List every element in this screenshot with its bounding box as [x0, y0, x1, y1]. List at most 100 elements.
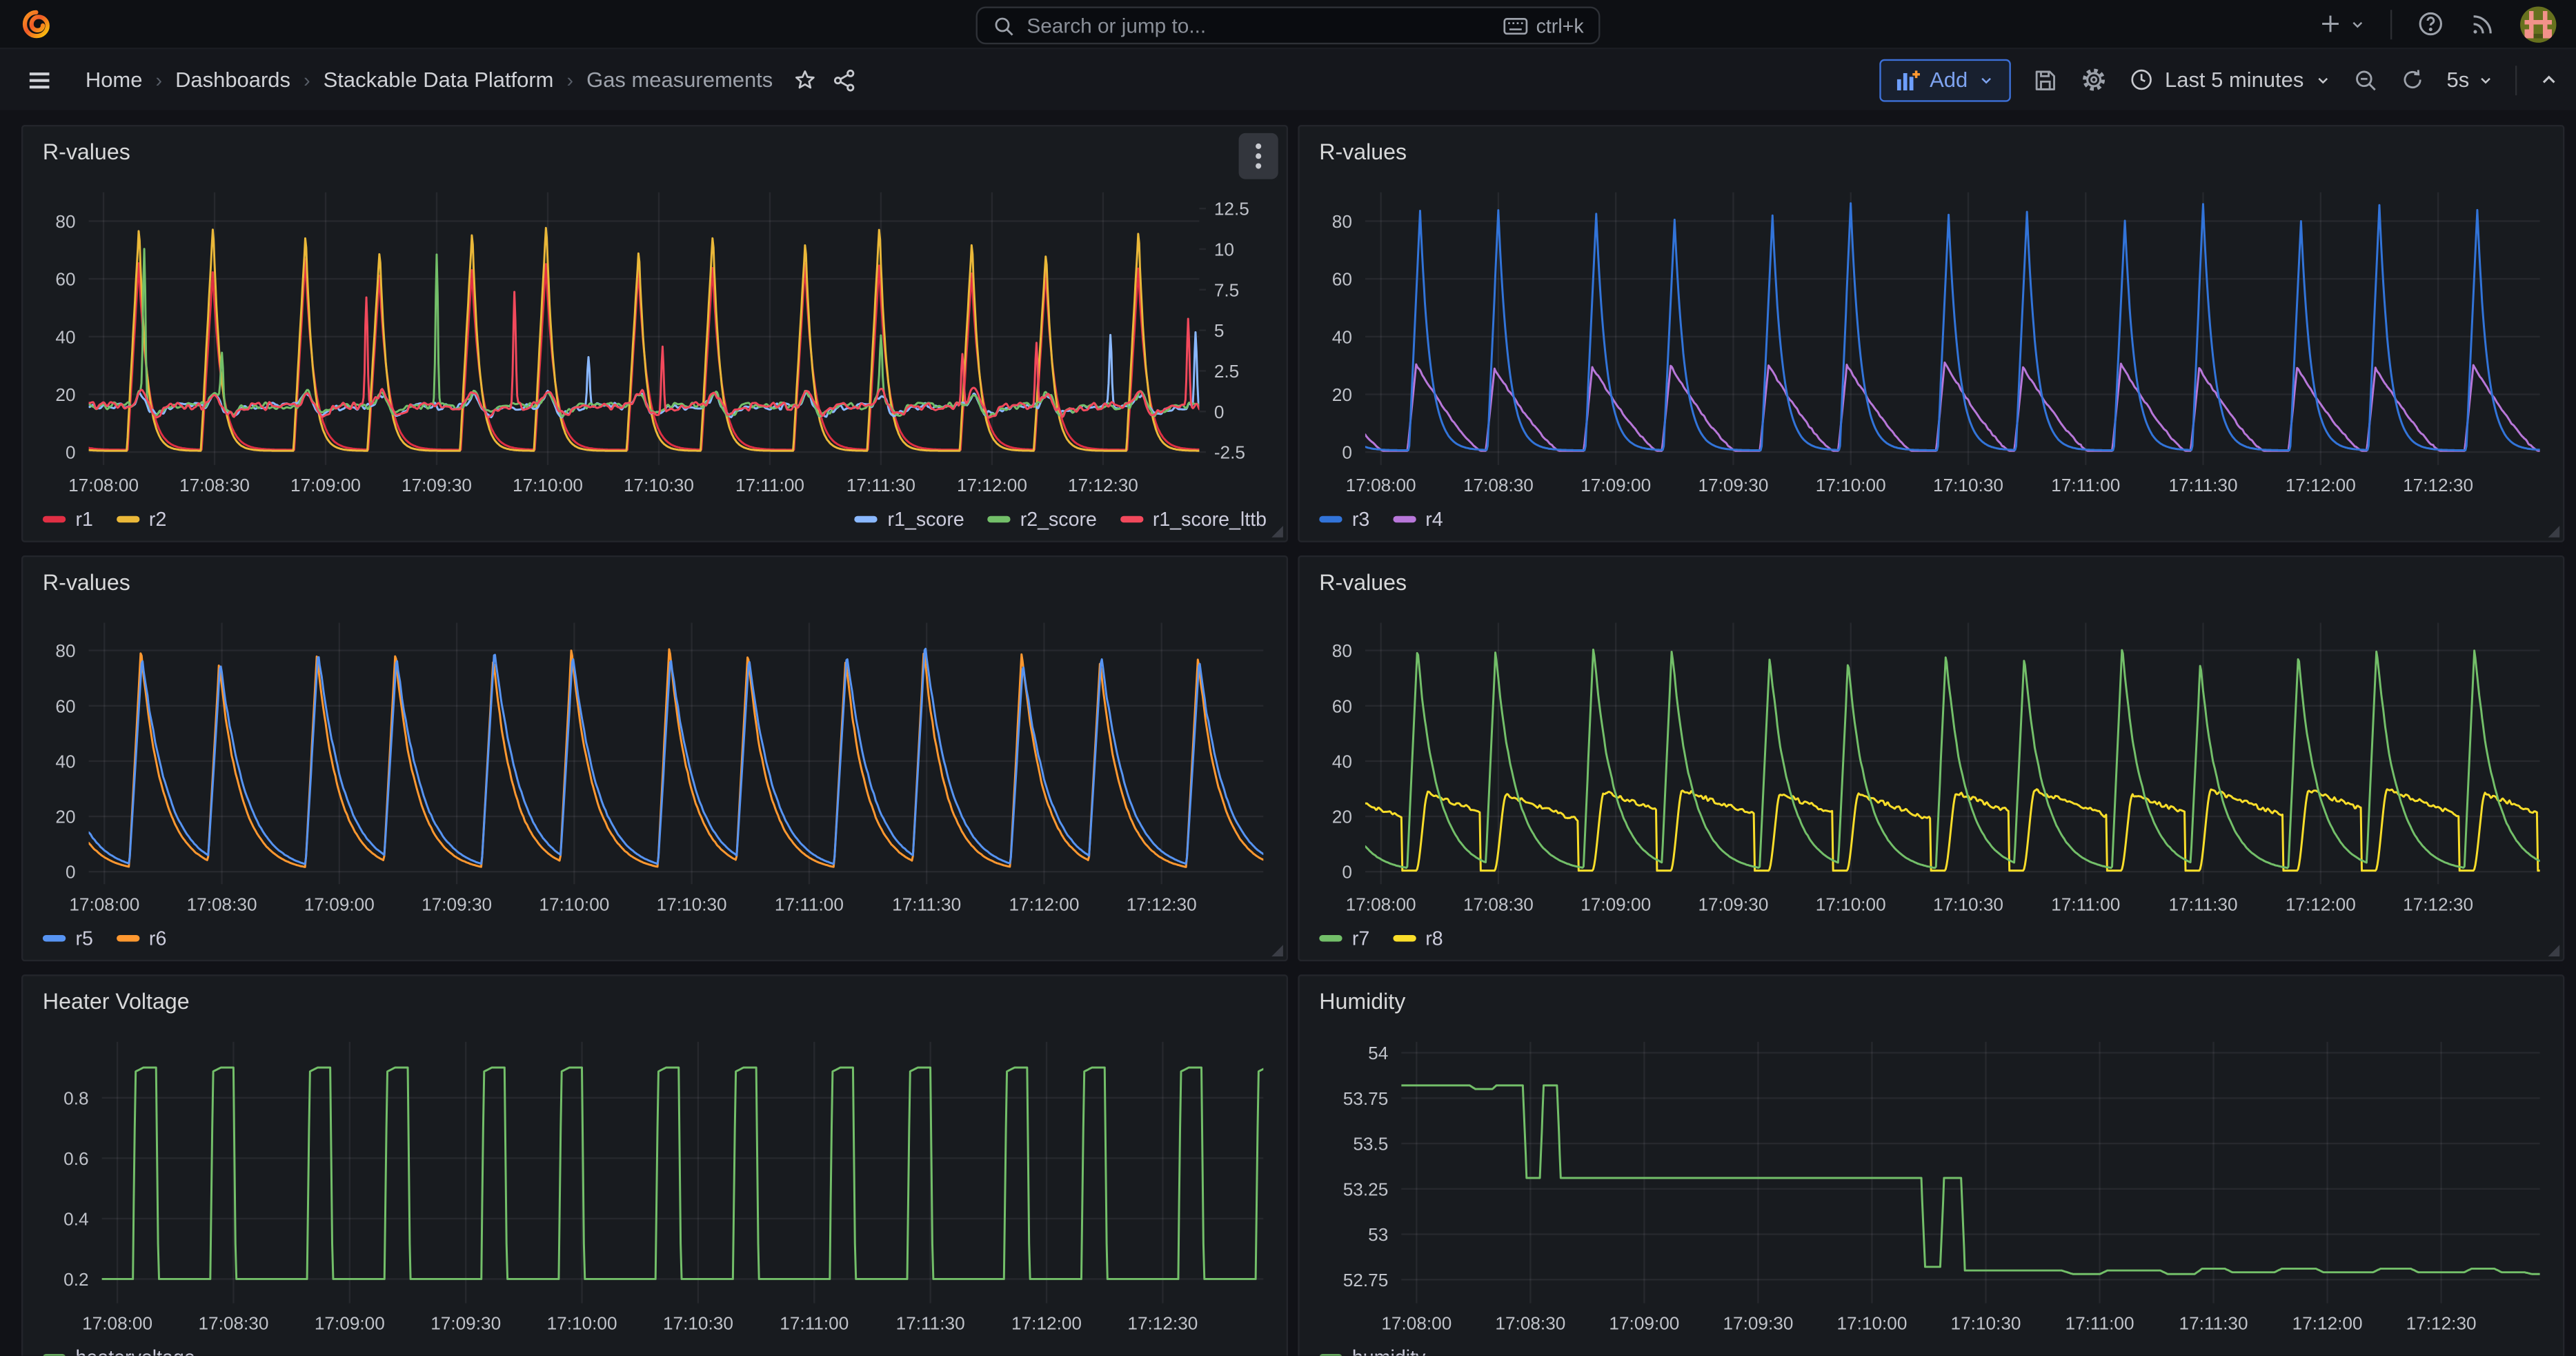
- favorite-button[interactable]: [793, 66, 819, 92]
- star-icon: [793, 66, 819, 92]
- x-axis-label: 17:11:00: [735, 475, 804, 495]
- time-range-picker[interactable]: Last 5 minutes: [2129, 68, 2332, 92]
- legend-item-r6[interactable]: r6: [116, 927, 166, 950]
- x-axis-label: 17:11:30: [2169, 894, 2238, 914]
- news-button[interactable]: [2469, 10, 2495, 37]
- new-button[interactable]: [2318, 12, 2366, 37]
- x-axis-label: 17:08:00: [68, 475, 139, 495]
- panel-title[interactable]: R-values: [1319, 569, 1407, 594]
- refresh-interval-picker[interactable]: 5s: [2447, 68, 2494, 92]
- dashboard-settings-button[interactable]: [2079, 66, 2107, 93]
- panel-legend: r1 r2 r1_score r2_score r1_score_lttb: [23, 501, 1286, 540]
- search-input[interactable]: Search or jump to... ctrl+k: [976, 7, 1601, 45]
- zoom-out-button[interactable]: [2353, 66, 2379, 92]
- legend-swatch: [1120, 516, 1142, 523]
- legend-item-r7[interactable]: r7: [1319, 927, 1369, 950]
- legend-swatch: [43, 935, 66, 942]
- legend-label: r2: [149, 508, 166, 531]
- legend-item-humidity[interactable]: humidity: [1319, 1346, 1425, 1356]
- legend-item-r8[interactable]: r8: [1393, 927, 1443, 950]
- legend-label: heatervoltage: [76, 1346, 195, 1356]
- hamburger-icon: [26, 66, 52, 92]
- refresh-button[interactable]: [2401, 68, 2426, 92]
- kebab-icon: [1255, 143, 1262, 169]
- legend-label: r1_score_lttb: [1153, 508, 1267, 531]
- panel-title[interactable]: R-values: [43, 139, 130, 164]
- time-series-chart[interactable]: 0.20.40.60.817:08:0017:08:3017:09:0017:0…: [23, 1025, 1286, 1339]
- panel-r-values-0: R-values 020406080-2.502.557.51012.517:08…: [21, 125, 1288, 542]
- x-axis-label: 17:12:00: [1011, 1313, 1082, 1334]
- y-axis-label: 0.2: [63, 1269, 88, 1290]
- x-axis-label: 17:11:00: [2051, 894, 2120, 914]
- legend-item-r1_score[interactable]: r1_score: [855, 508, 964, 531]
- breadcrumb-home[interactable]: Home: [86, 68, 143, 92]
- legend-label: r4: [1425, 508, 1443, 531]
- zoom-out-icon: [2353, 66, 2379, 92]
- y-axis-label: 40: [55, 751, 75, 772]
- x-axis-label: 17:12:00: [1009, 894, 1079, 914]
- legend-item-r2[interactable]: r2: [116, 508, 166, 531]
- chevron-down-icon: [1978, 72, 1994, 88]
- right-y-axis-label: 7.5: [1214, 279, 1239, 300]
- x-axis-label: 17:11:30: [846, 475, 915, 495]
- time-series-chart[interactable]: 02040608017:08:0017:08:3017:09:0017:09:3…: [1300, 176, 2563, 502]
- y-axis-label: 53.5: [1353, 1134, 1388, 1154]
- legend-item-r5[interactable]: r5: [43, 927, 93, 950]
- x-axis-label: 17:10:30: [1933, 894, 2003, 914]
- series-line-r2: [89, 228, 1200, 451]
- legend-label: r7: [1352, 927, 1369, 950]
- panel-legend: r5 r6: [23, 921, 1286, 960]
- breadcrumb-folder[interactable]: Stackable Data Platform: [324, 68, 554, 92]
- save-dashboard-button[interactable]: [2032, 66, 2058, 92]
- share-icon: [832, 66, 858, 92]
- y-axis-label: 20: [55, 807, 75, 827]
- x-axis-label: 17:09:00: [1581, 894, 1651, 914]
- legend-item-r3[interactable]: r3: [1319, 508, 1369, 531]
- x-axis-label: 17:09:00: [1581, 475, 1651, 495]
- legend-item-r2_score[interactable]: r2_score: [987, 508, 1097, 531]
- panel-title[interactable]: R-values: [43, 569, 130, 594]
- legend-item-r1[interactable]: r1: [43, 508, 93, 531]
- x-axis-label: 17:10:30: [1933, 475, 2003, 495]
- x-axis-label: 17:11:00: [2051, 475, 2120, 495]
- breadcrumb-separator: ›: [567, 68, 574, 91]
- panel-menu-button[interactable]: [1239, 133, 1278, 179]
- legend-item-heatervoltage[interactable]: heatervoltage: [43, 1346, 195, 1356]
- help-button[interactable]: [2417, 10, 2444, 37]
- panel-title[interactable]: Humidity: [1319, 988, 1405, 1013]
- y-axis-label: 40: [55, 326, 75, 347]
- breadcrumb-dashboards[interactable]: Dashboards: [175, 68, 290, 92]
- time-series-chart[interactable]: 52.755353.2553.553.755417:08:0017:08:301…: [1300, 1025, 2563, 1339]
- x-axis-label: 17:10:00: [539, 894, 609, 914]
- x-axis-label: 17:10:00: [513, 475, 583, 495]
- time-series-chart[interactable]: 02040608017:08:0017:08:3017:09:0017:09:3…: [23, 607, 1286, 921]
- grafana-logo-icon[interactable]: [20, 8, 53, 41]
- search-placeholder: Search or jump to...: [1027, 14, 1492, 37]
- panel-title[interactable]: Heater Voltage: [43, 988, 190, 1013]
- panel-humidity-5: Humidity52.755353.2553.553.755417:08:001…: [1298, 974, 2564, 1356]
- legend-item-r4[interactable]: r4: [1393, 508, 1443, 531]
- time-series-chart[interactable]: 020406080-2.502.557.51012.517:08:0017:08…: [23, 176, 1286, 502]
- series-line-r5: [89, 649, 1264, 864]
- user-avatar[interactable]: [2520, 6, 2556, 41]
- right-y-axis-label: -2.5: [1214, 442, 1245, 463]
- y-axis-label: 60: [1332, 696, 1352, 716]
- time-series-chart[interactable]: 02040608017:08:0017:08:3017:09:0017:09:3…: [1300, 607, 2563, 921]
- legend-item-r1_score_lttb[interactable]: r1_score_lttb: [1120, 508, 1267, 531]
- y-axis-label: 53.75: [1343, 1088, 1389, 1109]
- panel-title[interactable]: R-values: [1319, 139, 1407, 164]
- collapse-toolbar-button[interactable]: [2538, 69, 2559, 90]
- refresh-icon: [2401, 68, 2426, 92]
- share-button[interactable]: [832, 66, 858, 92]
- x-axis-label: 17:12:30: [2403, 475, 2473, 495]
- mega-menu-button[interactable]: [26, 66, 52, 92]
- search-icon: [992, 14, 1015, 37]
- add-button[interactable]: Add: [1879, 59, 2010, 101]
- x-axis-label: 17:09:30: [1723, 1313, 1793, 1334]
- x-axis-label: 17:12:30: [2406, 1313, 2477, 1334]
- y-axis-label: 54: [1368, 1043, 1388, 1063]
- chevron-down-icon: [2477, 72, 2494, 88]
- panel-legend: r7 r8: [1300, 921, 2563, 960]
- panel-heater-voltage-4: Heater Voltage 0.20.40.60.817:08:0017:08:…: [21, 974, 1288, 1356]
- y-axis-label: 20: [1332, 384, 1352, 405]
